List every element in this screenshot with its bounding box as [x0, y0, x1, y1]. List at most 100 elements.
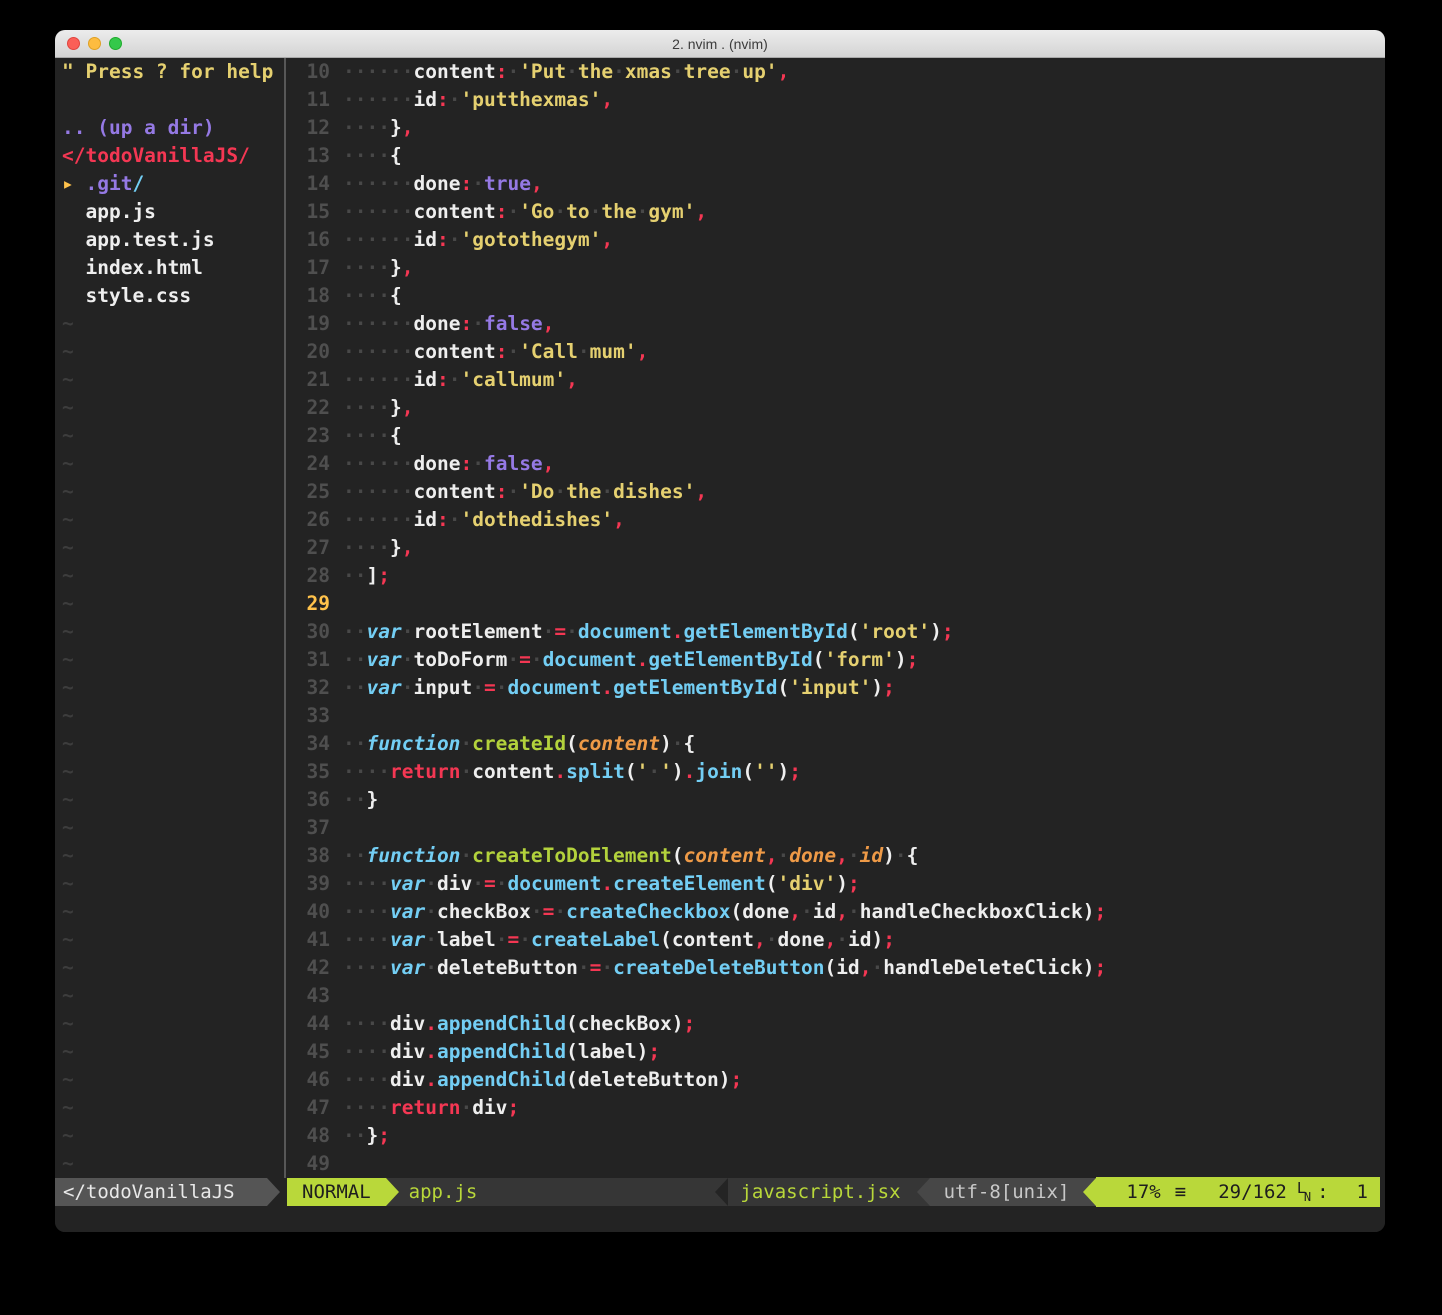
minimize-button[interactable] — [88, 37, 101, 50]
vim-command-line[interactable] — [55, 1206, 1385, 1232]
code-line[interactable]: 46····div.appendChild(deleteButton); — [286, 1066, 1385, 1094]
code-line[interactable]: 49 — [286, 1150, 1385, 1178]
powerline-arrow-icon — [386, 1178, 399, 1206]
line-text: ··var·toDoForm·=·document.getElementById… — [343, 646, 918, 674]
code-line[interactable]: 37 — [286, 814, 1385, 842]
tree-blank-row — [62, 86, 284, 114]
code-line[interactable]: 41····var·label·=·createLabel(content,·d… — [286, 926, 1385, 954]
line-number: 23 — [286, 422, 330, 450]
code-line[interactable]: 10······content:·'Put·the·xmas·tree·up', — [286, 58, 1385, 86]
line-number: 42 — [286, 954, 330, 982]
empty-line-tilde: ~ — [62, 1038, 284, 1066]
tree-item-dir[interactable]: ▸ .git/ — [62, 170, 284, 198]
code-line[interactable]: 22····}, — [286, 394, 1385, 422]
empty-line-tilde: ~ — [62, 366, 284, 394]
code-line[interactable]: 23 ····{ — [286, 422, 1385, 450]
line-text: ····return·div; — [343, 1094, 519, 1122]
code-line[interactable]: 26······id:·'dothedishes', — [286, 506, 1385, 534]
code-line[interactable]: 29 — [286, 590, 1385, 618]
line-number: 48 — [286, 1122, 330, 1150]
code-line[interactable]: 43 — [286, 982, 1385, 1010]
line-number: 13 — [286, 142, 330, 170]
zoom-button[interactable] — [109, 37, 122, 50]
code-line[interactable]: 33 — [286, 702, 1385, 730]
code-line[interactable]: 42 ····var·deleteButton·=·createDeleteBut… — [286, 954, 1385, 982]
code-line[interactable]: 32··var·input·=·document.getElementById(… — [286, 674, 1385, 702]
line-text: ····div.appendChild(deleteButton); — [343, 1066, 742, 1094]
line-number: 14 — [286, 170, 330, 198]
empty-line-tilde: ~ — [62, 646, 284, 674]
code-line[interactable]: 34··function·createId(content)·{ — [286, 730, 1385, 758]
line-text: ····var·deleteButton·=·createDeleteButto… — [343, 954, 1106, 982]
line-text: ······content:·'Do·the·dishes', — [343, 478, 707, 506]
line-number: 30 — [286, 618, 330, 646]
terminal-window: 2. nvim . (nvim) " Press ? for help .. (… — [55, 30, 1385, 1232]
line-text: ····{ — [343, 142, 402, 170]
line-number: 18 — [286, 282, 330, 310]
line-text: ····}, — [343, 534, 414, 562]
line-text: ··function·createToDoElement(content,·do… — [343, 842, 918, 870]
line-number: 28 — [286, 562, 330, 590]
tree-item-file[interactable]: style.css — [62, 282, 284, 310]
code-line[interactable]: 15······content:·'Go·to·the·gym', — [286, 198, 1385, 226]
tree-item-up-dir[interactable]: .. (up a dir) — [62, 114, 284, 142]
code-line[interactable]: 14 ······done:·true, — [286, 170, 1385, 198]
code-line[interactable]: 21······id:·'callmum', — [286, 366, 1385, 394]
position-colon: : — [1317, 1178, 1328, 1206]
empty-line-tilde: ~ — [62, 954, 284, 982]
code-line[interactable]: 24······done:·false, — [286, 450, 1385, 478]
code-line[interactable]: 35····return·content.split('·').join('')… — [286, 758, 1385, 786]
code-line[interactable]: 30··var·rootElement·=·document.getElemen… — [286, 618, 1385, 646]
statusline-nerdtree-path: </todoVanillaJS — [55, 1178, 267, 1206]
line-text: ··} — [343, 786, 378, 814]
empty-line-tilde: ~ — [62, 310, 284, 338]
code-line[interactable]: 28··]; — [286, 562, 1385, 590]
empty-line-tilde: ~ — [62, 618, 284, 646]
code-line[interactable]: 38··function·createToDoElement(content,·… — [286, 842, 1385, 870]
line-text: ······done:·false, — [343, 310, 554, 338]
empty-line-tilde: ~ — [62, 674, 284, 702]
code-line[interactable]: 27 ····}, — [286, 534, 1385, 562]
close-button[interactable] — [67, 37, 80, 50]
line-number: 24 — [286, 450, 330, 478]
line-text: ······id:·'putthexmas', — [343, 86, 613, 114]
code-line[interactable]: 19······done:·false, — [286, 310, 1385, 338]
window-titlebar[interactable]: 2. nvim . (nvim) — [55, 30, 1385, 58]
code-line[interactable]: 16······id:·'gotothegym', — [286, 226, 1385, 254]
file-tree-entries: ▸ .git/ app.js app.test.js index.html st… — [62, 170, 284, 310]
statusline-position: 17% ≡ 29/162 LN : 1 — [1096, 1177, 1380, 1207]
empty-line-tilde: ~ — [62, 786, 284, 814]
code-line[interactable]: 12····}, — [286, 114, 1385, 142]
code-line[interactable]: 40····var·checkBox·=·createCheckbox(done… — [286, 898, 1385, 926]
code-line[interactable]: 47····return·div; — [286, 1094, 1385, 1122]
code-area: 10······content:·'Put·the·xmas·tree·up',… — [286, 58, 1385, 1178]
code-line[interactable]: 31··var·toDoForm·=·document.getElementBy… — [286, 646, 1385, 674]
tree-item-file[interactable]: app.js — [62, 198, 284, 226]
line-text: ······content:·'Put·the·xmas·tree·up', — [343, 58, 789, 86]
code-line[interactable]: 36··} — [286, 786, 1385, 814]
empty-line-tilde: ~ — [62, 926, 284, 954]
tree-root[interactable]: </todoVanillaJS/ — [62, 142, 284, 170]
code-line[interactable]: 45····div.appendChild(label); — [286, 1038, 1385, 1066]
line-text: ····{ — [343, 422, 402, 450]
code-line[interactable]: 25······content:·'Do·the·dishes', — [286, 478, 1385, 506]
tree-item-file[interactable]: app.test.js — [62, 226, 284, 254]
code-line[interactable]: 20······content:·'Call·mum', — [286, 338, 1385, 366]
line-text: ······done:·true, — [343, 170, 543, 198]
code-line[interactable]: 17····}, — [286, 254, 1385, 282]
line-text: ······id:·'gotothegym', — [343, 226, 613, 254]
collapsed-arrow-icon[interactable]: ▸ — [62, 172, 85, 195]
code-line[interactable]: 48··}; — [286, 1122, 1385, 1150]
powerline-arrow-icon — [917, 1178, 930, 1206]
vim-body: " Press ? for help .. (up a dir) </todoV… — [55, 58, 1385, 1178]
code-line[interactable]: 11······id:·'putthexmas', — [286, 86, 1385, 114]
powerline-arrow-icon — [267, 1178, 280, 1206]
line-number: 27 — [286, 534, 330, 562]
code-line[interactable]: 13 ····{ — [286, 142, 1385, 170]
tree-item-file[interactable]: index.html — [62, 254, 284, 282]
empty-line-tilde: ~ — [62, 422, 284, 450]
code-line[interactable]: 44····div.appendChild(checkBox); — [286, 1010, 1385, 1038]
code-line[interactable]: 39····var·div·=·document.createElement('… — [286, 870, 1385, 898]
empty-line-tilde: ~ — [62, 590, 284, 618]
code-line[interactable]: 18····{ — [286, 282, 1385, 310]
